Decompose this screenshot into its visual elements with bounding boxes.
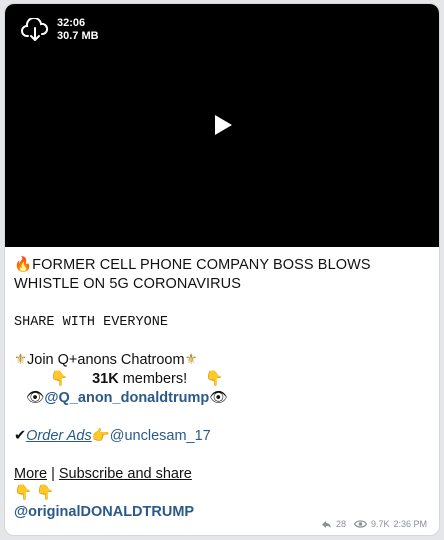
more-link[interactable]: More [14, 466, 47, 482]
eye-icon: 👁 [26, 390, 45, 406]
members-label: members! [118, 371, 188, 387]
video-duration: 32:06 [57, 17, 86, 29]
forward-icon [321, 520, 331, 528]
share-line: SHARE WITH EVERYONE [14, 315, 168, 330]
point-down-icon: 👇 [205, 371, 224, 387]
headline-text: FORMER CELL PHONE COMPANY BOSS BLOWS WHI… [14, 257, 371, 292]
point-down-line: 👇 👇 [14, 484, 434, 503]
video-meta: 32:06 30.7 MB [57, 17, 99, 43]
chat-handle-link[interactable]: @Q_anon_donaldtrump [44, 390, 209, 406]
message-text: 🔥FORMER CELL PHONE COMPANY BOSS BLOWS WH… [14, 256, 434, 522]
point-down-icon: 👇 [50, 371, 69, 387]
more-line: More | Subscribe and share [14, 465, 434, 484]
join-text: Join Q+anons Chatroom [27, 352, 185, 368]
point-right-icon: 👉 [91, 428, 110, 444]
message-footer: 28 9.7K 2:36 PM [321, 519, 427, 529]
ads-line: ✔Order Ads👉@unclesam_17 [14, 427, 434, 446]
members-count: 31K [92, 371, 119, 387]
message-time: 2:36 PM [393, 519, 427, 529]
fire-emoji: 🔥 [14, 257, 33, 273]
eye-icon: 👁 [209, 390, 228, 406]
forward-count: 28 [335, 519, 346, 529]
subscribe-link[interactable]: Subscribe and share [59, 466, 192, 482]
fleur-de-lis-left-icon: ⚜ [14, 352, 27, 368]
views-icon [353, 520, 367, 528]
footer-handle-link[interactable]: @originalDONALDTRUMP [14, 504, 194, 520]
video-player[interactable]: 32:06 30.7 MB [5, 4, 439, 247]
point-down-icon: 👇 [14, 485, 33, 501]
join-line: ⚜Join Q+anons Chatroom⚜ [14, 351, 434, 370]
fleur-de-lis-right-icon: ⚜ [184, 352, 198, 368]
chat-handle-line: 👁@Q_anon_donaldtrump👁 [14, 389, 434, 408]
check-icon: ✔ [14, 428, 27, 444]
cloud-download-icon[interactable] [21, 18, 49, 42]
message-card: 32:06 30.7 MB 🔥FORMER CELL PHONE COMPANY… [4, 3, 440, 536]
view-count: 9.7K [370, 519, 390, 529]
members-line: 👇 31K members! 👇 [14, 370, 434, 389]
separator: | [47, 466, 59, 482]
play-icon[interactable] [215, 115, 232, 135]
headline: 🔥FORMER CELL PHONE COMPANY BOSS BLOWS WH… [14, 256, 434, 294]
video-size: 30.7 MB [57, 30, 99, 42]
ads-handle-link[interactable]: @unclesam_17 [110, 428, 211, 444]
order-ads-link[interactable]: Order Ads [26, 428, 92, 444]
point-down-icon: 👇 [36, 485, 55, 501]
